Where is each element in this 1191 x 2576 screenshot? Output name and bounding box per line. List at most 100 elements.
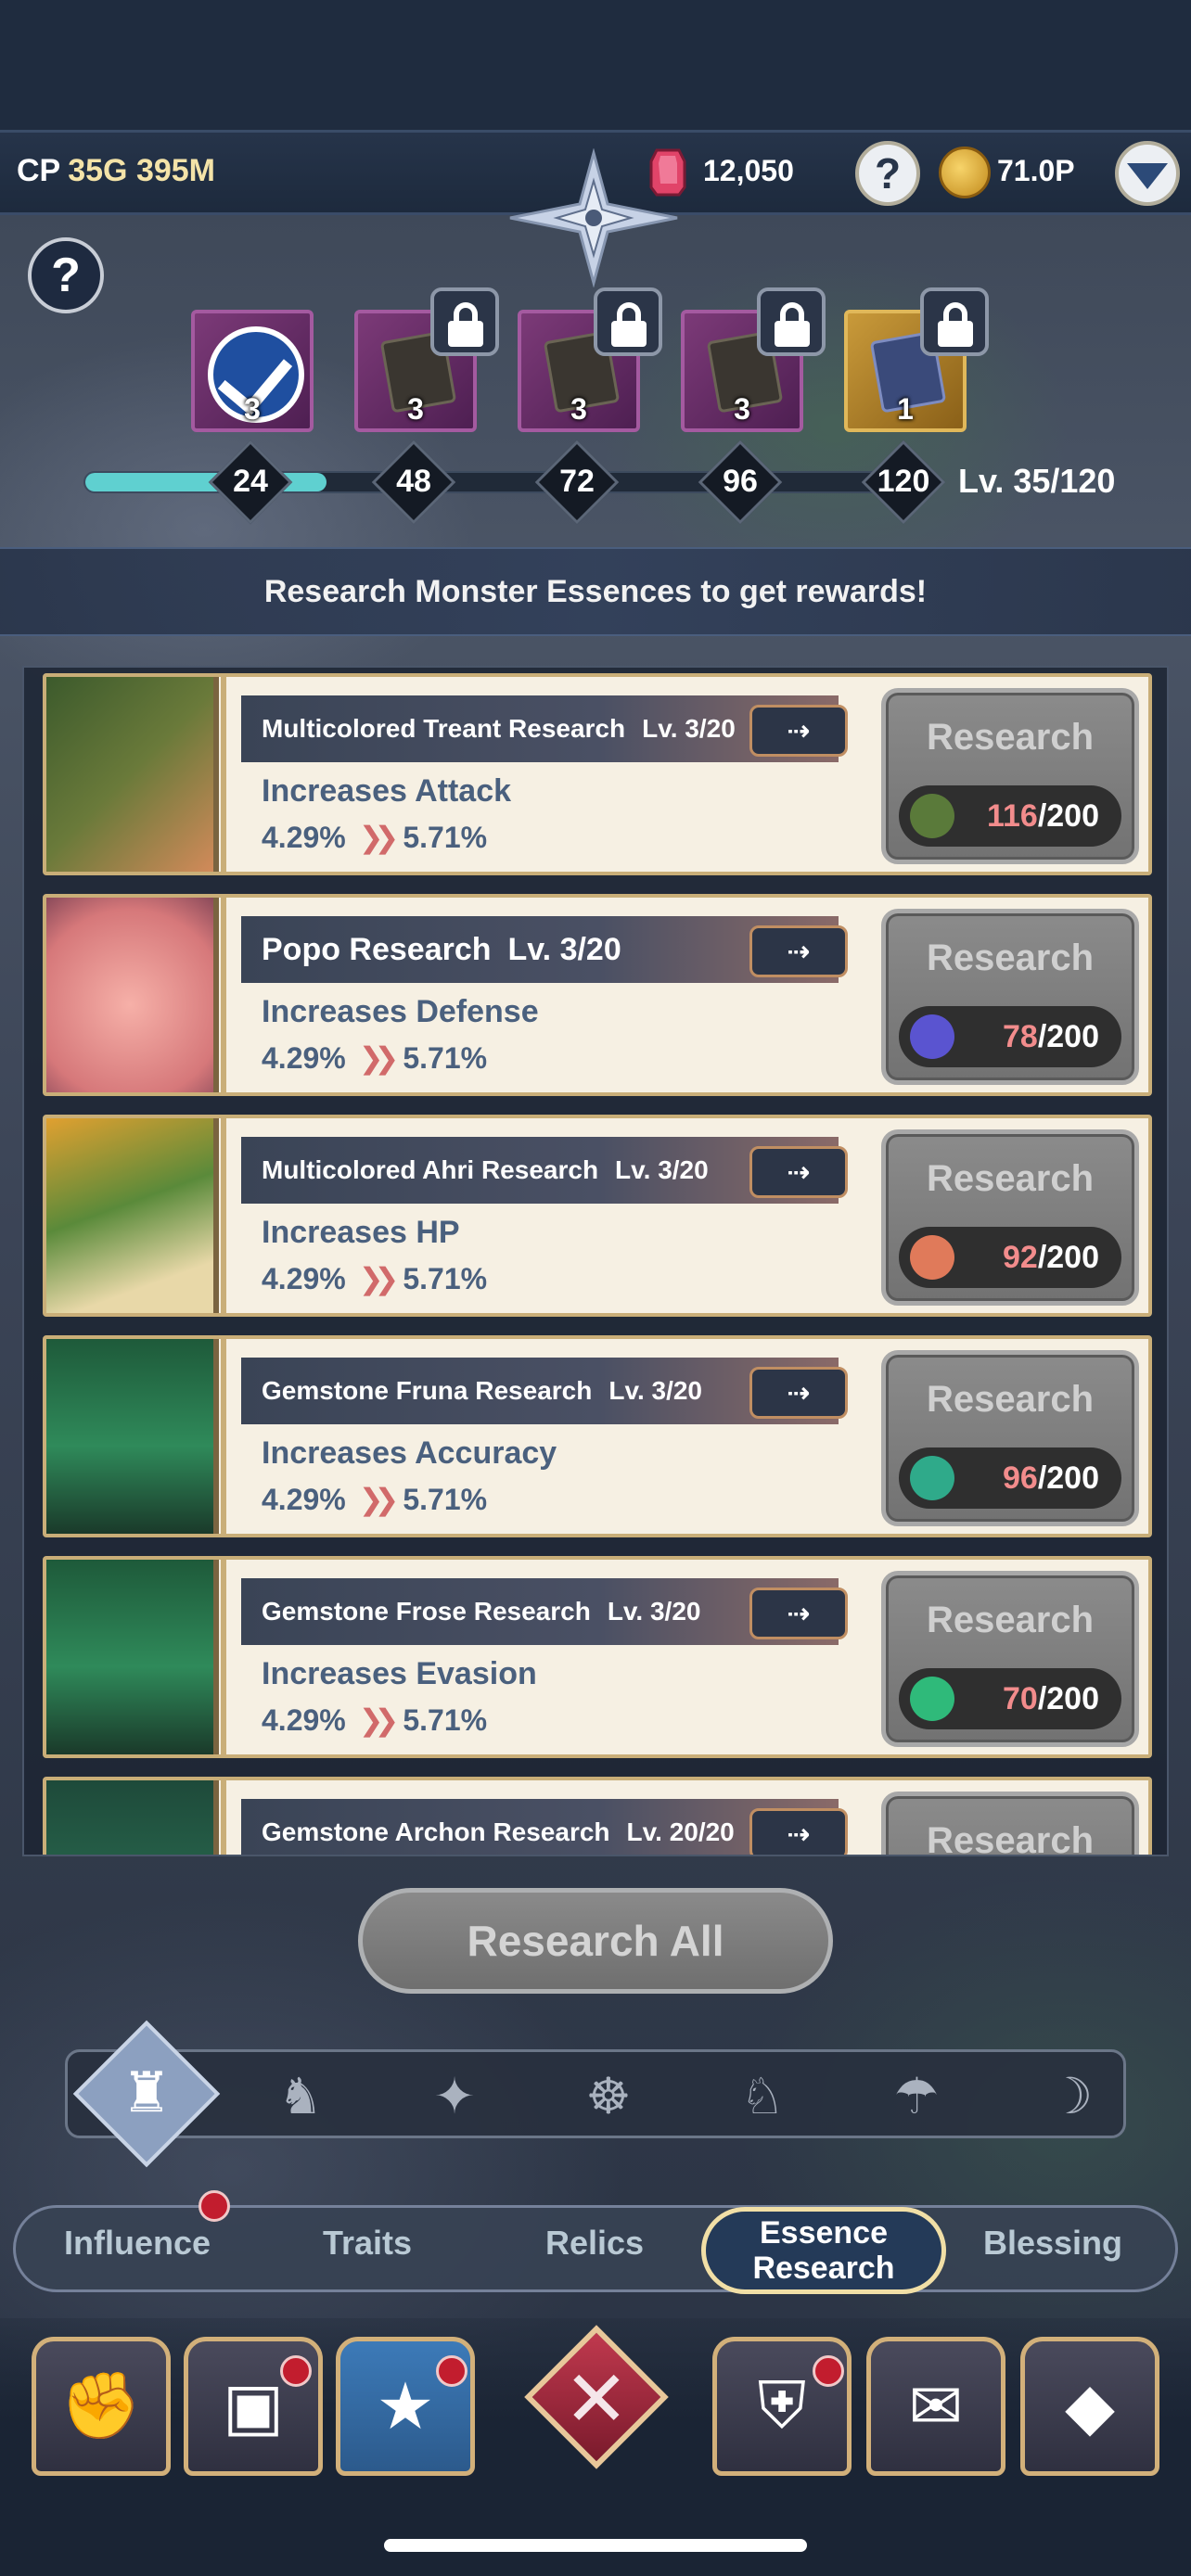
notification-dot	[436, 2355, 467, 2387]
stat-name: Increases Accuracy	[262, 1435, 557, 1471]
swap-arrow-icon: ⇢	[787, 1598, 811, 1629]
swap-button[interactable]: ⇢	[749, 705, 848, 757]
coin-icon	[939, 147, 991, 198]
essence-need: /200	[1037, 1239, 1099, 1275]
combat-power: CP 35G 395M	[17, 153, 215, 189]
coin-count: 71.0P	[997, 154, 1075, 187]
help-button-top[interactable]: ?	[855, 141, 920, 206]
archon-portrait	[46, 1780, 226, 1855]
stat-name: Increases Defense	[262, 994, 539, 1029]
double-chevron-right-icon: ❯❯	[358, 1262, 400, 1295]
stat-from: 4.29%	[262, 1703, 346, 1737]
research-button[interactable]: Research 96/200	[881, 1350, 1139, 1526]
stat-values: 4.29% ❯❯ 5.71%	[262, 1482, 487, 1517]
double-chevron-right-icon: ❯❯	[358, 1041, 400, 1075]
swap-button[interactable]: ⇢	[749, 1588, 848, 1639]
griffin-icon[interactable]: ♞	[265, 2060, 336, 2131]
home-indicator[interactable]	[384, 2539, 807, 2552]
lock-icon	[920, 287, 989, 356]
ship-wheel-icon[interactable]: ☸	[573, 2060, 644, 2131]
cp-value: 35G 395M	[68, 153, 215, 188]
essence-have: 78	[1002, 1018, 1038, 1054]
essence-have: 96	[1002, 1460, 1038, 1496]
research-button-label: Research	[926, 717, 1095, 758]
research-level-label: Lv. 20/20	[626, 1817, 735, 1846]
notification-dot	[813, 2355, 844, 2387]
tab-influence[interactable]: Influence	[61, 2224, 213, 2263]
stat-from: 4.29%	[262, 1041, 346, 1075]
tab-relics[interactable]: Relics	[519, 2224, 670, 2263]
essence-cost: 116/200	[899, 785, 1121, 847]
fruna-portrait	[46, 1339, 226, 1534]
essence-cost: 96/200	[899, 1447, 1121, 1509]
gem-chest-icon: ◆	[1065, 2370, 1115, 2442]
list-item: Gemstone Archon Research Lv. 20/20 ⇢ Res…	[43, 1777, 1152, 1855]
crest-icon[interactable]: ☽	[1035, 2060, 1106, 2131]
swap-button[interactable]: ⇢	[749, 1146, 848, 1198]
research-button[interactable]: Research 70/200	[881, 1571, 1139, 1747]
research-level-label: Lv. 3/20	[642, 714, 736, 743]
research-button-label: Research	[926, 1158, 1095, 1199]
stat-values: 4.29% ❯❯ 5.71%	[262, 820, 487, 855]
stat-from: 4.29%	[262, 1262, 346, 1295]
research-button-label: Research	[926, 1379, 1095, 1420]
tab-essence-line2: Research	[752, 2251, 895, 2286]
swap-button[interactable]: ⇢	[749, 925, 848, 977]
reward-count: 3	[244, 392, 261, 426]
research-name: Gemstone Archon Research	[262, 1817, 610, 1846]
quest-menu-button[interactable]: ✉	[866, 2337, 1005, 2476]
monster-essence-tab[interactable]: ♜	[72, 2020, 221, 2168]
tab-traits[interactable]: Traits	[295, 2224, 440, 2263]
stat-to: 5.71%	[403, 1483, 488, 1516]
reward-count: 3	[734, 392, 750, 426]
research-button-label: Research	[926, 937, 1095, 978]
research-button[interactable]: Research	[881, 1792, 1139, 1855]
essence-have: 116	[986, 797, 1038, 834]
treant-portrait	[46, 677, 226, 872]
treasure-chest-icon: ▣	[222, 2370, 285, 2442]
stat-to: 5.71%	[403, 1041, 488, 1075]
slime-icon	[910, 1014, 954, 1059]
list-item: Multicolored Treant Research Lv. 3/20 ⇢ …	[43, 673, 1152, 875]
list-item: Popo Research Lv. 3/20 ⇢ Increases Defen…	[43, 894, 1152, 1096]
stat-name: Increases HP	[262, 1215, 460, 1250]
research-all-button[interactable]: Research All	[358, 1888, 833, 1994]
parasol-icon[interactable]: ☂	[881, 2060, 952, 2131]
gem-icon	[649, 148, 686, 197]
swap-button[interactable]: ⇢	[749, 1808, 848, 1855]
swap-arrow-icon: ⇢	[787, 1818, 811, 1850]
research-button[interactable]: Research 78/200	[881, 909, 1139, 1085]
milestone-label: 48	[396, 464, 431, 499]
research-list[interactable]: Multicolored Treant Research Lv. 3/20 ⇢ …	[22, 666, 1169, 1856]
crystal-icon	[910, 1677, 954, 1721]
research-name: Gemstone Frose Research	[262, 1597, 591, 1626]
reward-box-1[interactable]: 3	[191, 310, 314, 432]
ahri-portrait	[46, 1118, 226, 1313]
tab-blessing[interactable]: Blessing	[972, 2224, 1133, 2263]
reward-count: 3	[407, 392, 424, 426]
shop-menu-button[interactable]: ◆	[1020, 2337, 1159, 2476]
essence-cost: 78/200	[899, 1006, 1121, 1067]
stat-values: 4.29% ❯❯ 5.71%	[262, 1702, 487, 1738]
help-button[interactable]: ?	[28, 237, 104, 313]
swap-button[interactable]: ⇢	[749, 1367, 848, 1419]
dropdown-button[interactable]	[1115, 141, 1180, 206]
research-button[interactable]: Research 116/200	[881, 688, 1139, 864]
crystal-icon	[910, 1456, 954, 1500]
swap-arrow-icon: ⇢	[787, 936, 811, 967]
branch-icon	[910, 794, 954, 838]
close-button[interactable]: ✕	[519, 2320, 673, 2474]
open-book-icon[interactable]: ✦	[419, 2060, 490, 2131]
gauntlet-icon: ✊	[60, 2369, 142, 2442]
research-level: Lv. 35/120	[958, 462, 1116, 500]
list-item: Gemstone Fruna Research Lv. 3/20 ⇢ Incre…	[43, 1335, 1152, 1537]
dragon-icon[interactable]: ♘	[727, 2060, 798, 2131]
tab-essence-research[interactable]: Essence Research	[701, 2207, 946, 2294]
armor-menu-button[interactable]: ✊	[32, 2337, 171, 2476]
research-name: Multicolored Treant Research	[262, 714, 626, 743]
swap-arrow-icon: ⇢	[787, 1377, 811, 1409]
double-chevron-right-icon: ❯❯	[358, 1483, 400, 1516]
research-button[interactable]: Research 92/200	[881, 1129, 1139, 1306]
research-name: Multicolored Ahri Research	[262, 1155, 599, 1184]
stat-from: 4.29%	[262, 1483, 346, 1516]
